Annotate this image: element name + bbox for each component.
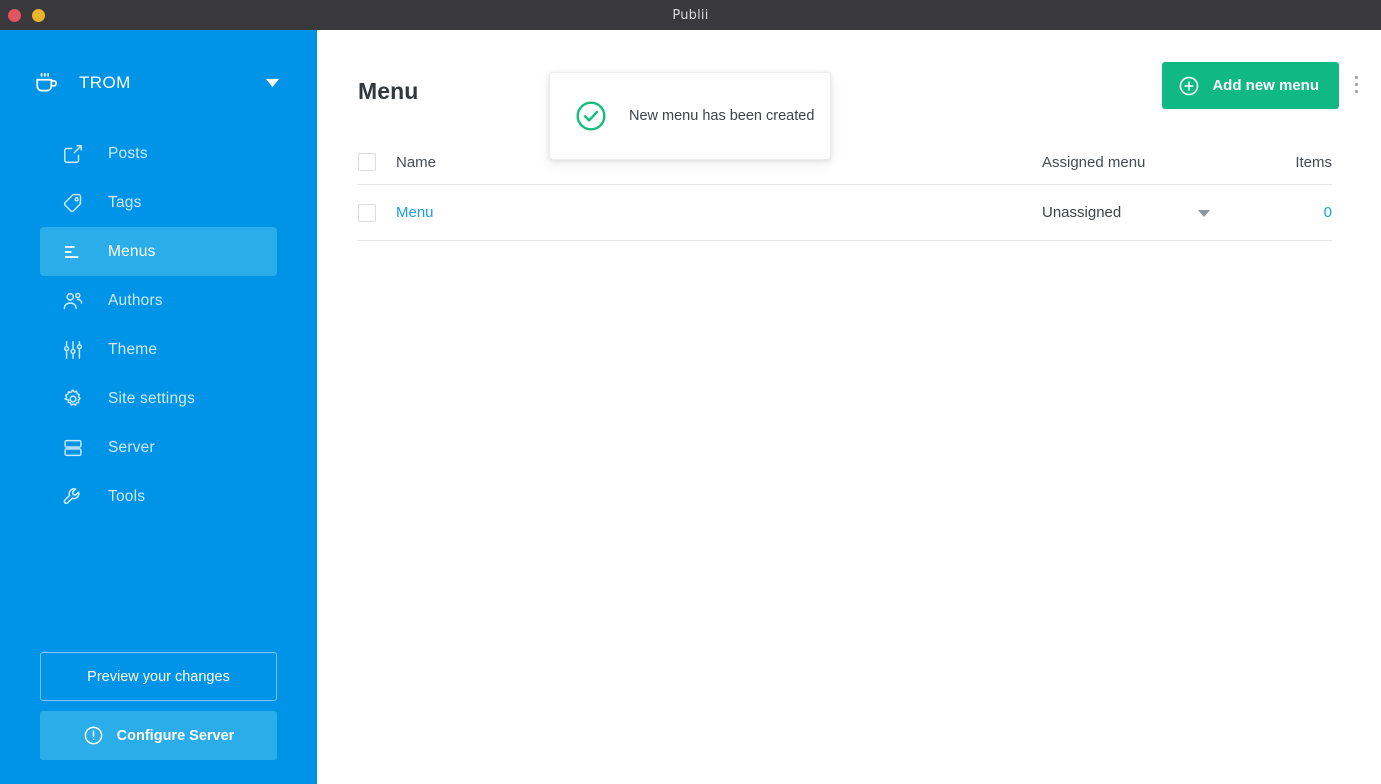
row-assigned-cell[interactable]: Unassigned [1042, 204, 1272, 222]
window-controls [8, 0, 45, 30]
gear-icon [60, 386, 86, 412]
sidebar-item-label: Theme [108, 340, 158, 358]
menu-lines-icon [60, 239, 86, 265]
column-header-assigned-menu: Assigned menu [1042, 153, 1146, 171]
preview-changes-button[interactable]: Preview your changes [40, 652, 277, 701]
site-name: TROM [79, 73, 131, 92]
wrench-icon [60, 484, 86, 510]
sidebar-item-menus[interactable]: Menus [40, 227, 277, 276]
sliders-icon [60, 337, 86, 363]
menus-table: Name Assigned menu Items Menu Unassigned [358, 140, 1332, 241]
app-body: TROM Posts Tags Menus Authors Theme Site… [0, 30, 1381, 784]
page-title: Menu [358, 78, 419, 104]
sidebar-item-label: Authors [108, 291, 163, 309]
add-new-menu-button[interactable]: Add new menu [1162, 62, 1339, 109]
coffee-cup-icon [33, 69, 61, 97]
main-content: Menu New menu has been created Add new m… [317, 30, 1381, 784]
sidebar-nav: Posts Tags Menus Authors Theme Site sett… [0, 129, 317, 521]
page-header: Menu New menu has been created Add new m… [317, 30, 1381, 160]
publii-app-window: Publii TROM Posts Tags Menus Authors The… [0, 0, 1381, 784]
sidebar-item-authors[interactable]: Authors [40, 276, 277, 325]
table-row: Menu Unassigned 0 [358, 184, 1332, 241]
sidebar-item-tools[interactable]: Tools [40, 472, 277, 521]
select-all-cell [358, 153, 396, 171]
row-name-cell: Menu [396, 204, 1042, 222]
tag-icon [60, 190, 86, 216]
close-window-button[interactable] [8, 8, 21, 22]
sidebar-item-site-settings[interactable]: Site settings [40, 374, 277, 423]
menu-name-link[interactable]: Menu [396, 204, 434, 221]
sidebar: TROM Posts Tags Menus Authors Theme Site… [0, 30, 317, 784]
row-items-cell: 0 [1272, 204, 1332, 222]
table-header-row: Name Assigned menu Items [358, 140, 1332, 184]
configure-server-button[interactable]: Configure Server [40, 711, 277, 760]
sidebar-item-label: Posts [108, 144, 148, 162]
items-count[interactable]: 0 [1324, 204, 1332, 221]
sidebar-item-posts[interactable]: Posts [40, 129, 277, 178]
sidebar-item-tags[interactable]: Tags [40, 178, 277, 227]
window-titlebar: Publii [0, 0, 1381, 30]
row-checkbox[interactable] [358, 203, 376, 222]
site-switcher[interactable]: TROM [0, 57, 317, 109]
column-header-items: Items [1295, 153, 1332, 171]
check-circle-icon [574, 99, 608, 133]
caret-down-icon[interactable] [1198, 204, 1210, 222]
plus-circle-icon [1178, 75, 1200, 97]
edit-square-icon [60, 141, 86, 167]
row-select-cell [358, 203, 396, 222]
assigned-menu-value: Unassigned [1042, 204, 1122, 221]
server-icon [60, 435, 86, 461]
sidebar-item-label: Menus [108, 242, 156, 260]
sidebar-item-theme[interactable]: Theme [40, 325, 277, 374]
sidebar-item-server[interactable]: Server [40, 423, 277, 472]
add-new-menu-label: Add new menu [1212, 77, 1319, 94]
select-all-checkbox[interactable] [358, 153, 376, 171]
sidebar-item-label: Server [108, 438, 155, 456]
sidebar-item-label: Tags [108, 193, 142, 211]
toast-message: New menu has been created [629, 108, 815, 124]
sidebar-item-label: Tools [108, 487, 146, 505]
alert-circle-icon [83, 725, 104, 746]
sidebar-item-label: Site settings [108, 389, 196, 407]
configure-server-label: Configure Server [116, 727, 235, 744]
sidebar-footer: Preview your changes Configure Server [0, 652, 317, 784]
column-header-name: Name [396, 153, 437, 171]
chevron-down-icon[interactable] [266, 74, 279, 92]
users-icon [60, 288, 86, 314]
window-title: Publii [672, 7, 709, 23]
minimize-window-button[interactable] [32, 8, 45, 22]
